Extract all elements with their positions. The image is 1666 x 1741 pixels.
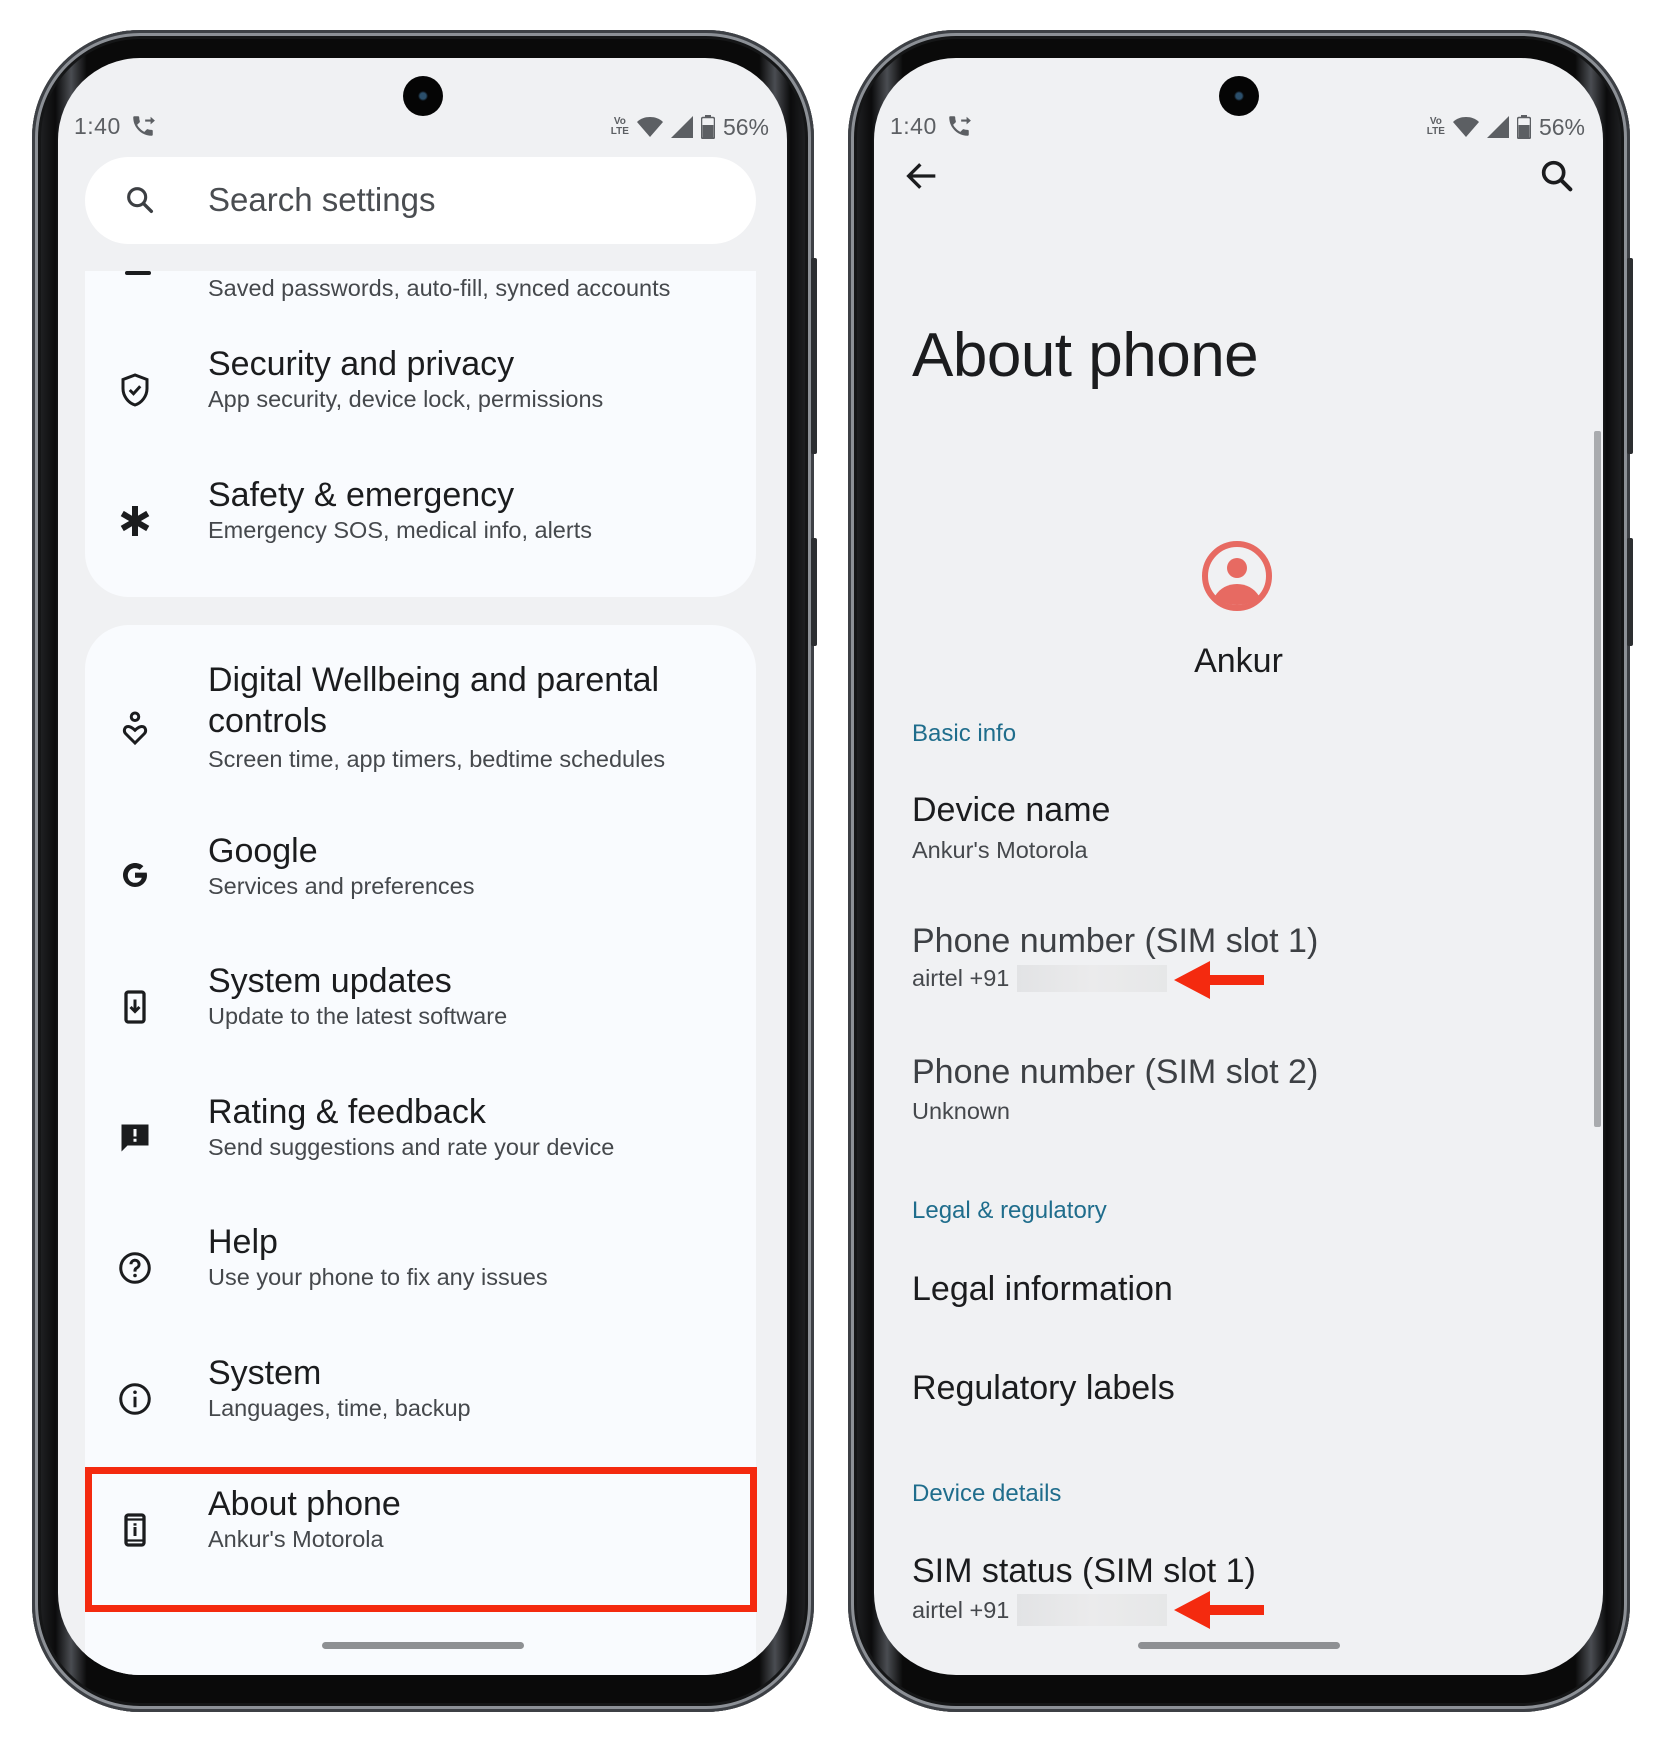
battery-icon [700,115,715,139]
pref-title: Phone number (SIM slot 1) [912,922,1319,960]
pref-subtitle: Ankur's Motorola [912,837,1088,863]
pref-subtitle: Unknown [912,1098,1010,1124]
wifi-icon [1452,117,1479,137]
signal-icon [1486,116,1509,138]
section-header-device-details: Device details [912,1480,1062,1507]
help-icon [119,1252,151,1284]
google-icon [123,863,147,887]
settings-item-google[interactable]: Google Services and preferences [85,831,756,935]
status-icons: Vo LTE 56% [611,113,769,141]
red-arrow-annotation-icon [1174,1591,1264,1629]
settings-item-system-updates[interactable]: System updates Update to the latest soft… [85,961,756,1065]
gesture-home-bar[interactable] [321,1642,524,1649]
call-forward-icon [949,116,971,136]
gesture-home-bar[interactable] [1137,1642,1340,1649]
redacted-number [1017,1594,1168,1626]
section-header-basic-info: Basic info [912,720,1017,747]
settings-item-title: Google [208,832,318,870]
left-phone-frame: 1:40 Vo LTE 56% Search settings Saved pas… [32,30,817,1712]
search-placeholder: Search settings [208,181,436,218]
section-header-legal: Legal & regulatory [912,1197,1107,1224]
back-arrow-icon[interactable] [902,156,942,196]
settings-item-subtitle: Services and preferences [208,873,475,899]
settings-item-digital-wellbeing[interactable]: Digital Wellbeing and parental controls … [85,660,756,800]
settings-item-title-line2: controls [208,702,328,740]
settings-item-title: Help [208,1223,278,1261]
volte-icon: Vo LTE [610,116,629,137]
settings-item-security[interactable]: Security and privacy App security, devic… [85,344,756,448]
feedback-icon [121,1124,149,1152]
pref-legal-information[interactable]: Legal information [912,1270,1173,1309]
right-phone-frame: 1:40 Vo LTE 56% About phone Ankur Basic i… [848,30,1633,1712]
search-icon [127,187,154,214]
avatar-icon[interactable] [1201,540,1273,612]
red-arrow-annotation-icon [1174,961,1264,999]
wellbeing-icon [122,711,148,746]
settings-item-title: System updates [208,962,452,1000]
power-button [1627,258,1633,454]
info-icon [119,1383,151,1415]
pref-subtitle: airtel +91 [912,965,1010,991]
page-title: About phone [912,321,1259,390]
scrollbar[interactable] [1594,431,1601,1127]
highlight-annotation-box [85,1467,757,1612]
settings-item-subtitle: Send suggestions and rate your device [208,1134,615,1160]
settings-screen: 1:40 Vo LTE 56% Search settings Saved pas… [58,58,787,1675]
redacted-number [1017,965,1168,992]
status-icons: Vo LTE 56% [1427,113,1585,141]
volume-button [1627,538,1633,646]
call-forward-icon [133,116,155,136]
settings-item-title: Security and privacy [208,345,515,383]
pref-title: SIM status (SIM slot 1) [912,1552,1256,1590]
pref-subtitle: airtel +91 [912,1596,1010,1623]
settings-item-passwords[interactable]: Saved passwords, auto-fill, synced accou… [85,271,756,321]
settings-item-safety[interactable]: Safety & emergency Emergency SOS, medica… [85,475,756,579]
front-camera [402,76,443,116]
owner-name: Ankur [1194,642,1283,680]
system-update-icon [124,990,146,1024]
pref-subtitle-row: airtel +91 [912,965,1168,992]
wifi-icon [636,117,663,137]
signal-icon [670,116,693,138]
settings-item-subtitle: Languages, time, backup [208,1395,471,1421]
power-button [811,258,817,454]
settings-item-title: System [208,1354,322,1392]
settings-item-subtitle: Emergency SOS, medical info, alerts [208,517,592,543]
pref-subtitle-row: airtel +91 [912,1594,1168,1626]
settings-item-title: Safety & emergency [208,476,515,514]
pref-title: Phone number (SIM slot 2) [912,1053,1319,1091]
battery-percent: 56% [1538,113,1585,140]
settings-item-subtitle: App security, device lock, permissions [208,386,604,412]
settings-item-subtitle: Update to the latest software [208,1003,508,1029]
settings-item-title: Digital Wellbeing and parental [208,661,660,699]
front-camera [1218,76,1259,116]
settings-item-system[interactable]: System Languages, time, backup [85,1353,756,1457]
settings-item-help[interactable]: Help Use your phone to fix any issues [85,1222,756,1326]
search-settings-bar[interactable]: Search settings [85,157,756,244]
status-time: 1:40 [890,113,937,139]
pref-regulatory-labels[interactable]: Regulatory labels [912,1369,1175,1408]
settings-item-subtitle: Use your phone to fix any issues [208,1264,548,1290]
settings-item-title: Rating & feedback [208,1093,486,1131]
battery-percent: 56% [722,113,769,140]
passwords-icon [125,271,151,275]
about-phone-screen: 1:40 Vo LTE 56% About phone Ankur Basic i… [874,58,1603,1675]
pref-title: Device name [912,791,1111,829]
search-icon[interactable] [1537,156,1577,196]
asterisk-icon [120,506,150,536]
status-time: 1:40 [74,113,121,139]
battery-icon [1516,115,1531,139]
settings-item-subtitle: Saved passwords, auto-fill, synced accou… [208,275,671,301]
shield-check-icon [121,373,149,407]
volte-icon: Vo LTE [1426,116,1445,137]
settings-item-subtitle: Screen time, app timers, bedtime schedul… [208,746,666,772]
settings-item-rating-feedback[interactable]: Rating & feedback Send suggestions and r… [85,1092,756,1196]
volume-button [811,538,817,646]
